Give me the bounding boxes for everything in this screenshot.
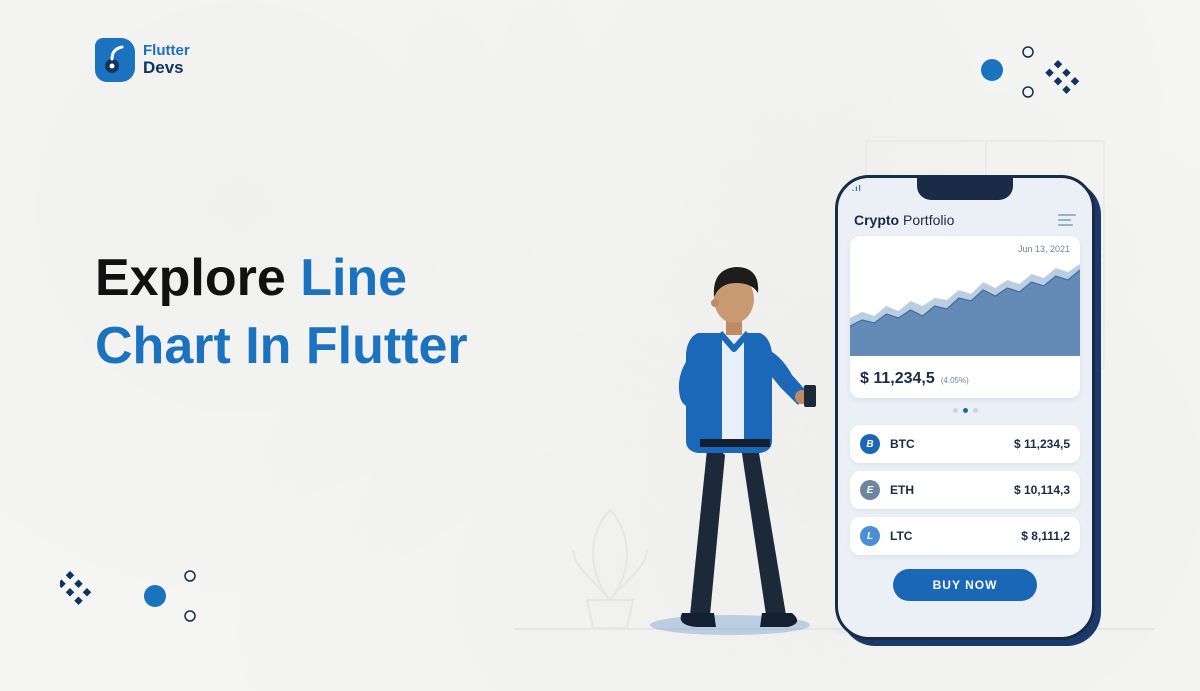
app-title-bold: Crypto [854,212,899,228]
coin-icon: L [860,526,880,546]
title-word2: Line [300,249,407,307]
menu-icon[interactable] [1058,214,1076,226]
page-title: Explore Line Chart In Flutter [95,245,468,380]
person-illustration [620,215,840,635]
coin-row[interactable]: E ETH $ 10,114,3 [850,471,1080,509]
phone-mockup: .ıl Crypto Portfolio Jun 13, 2021 $ 11,2… [835,175,1095,640]
logo-line2: Devs [143,59,190,77]
illustration-scene: .ıl Crypto Portfolio Jun 13, 2021 $ 11,2… [555,130,1115,650]
app-title-light: Portfolio [903,212,954,228]
pager-dots [850,408,1080,413]
coin-symbol: ETH [890,483,940,497]
chart-card[interactable]: Jun 13, 2021 $ 11,234,5 (4.05%) [850,236,1080,398]
coin-value: $ 8,111,2 [1021,529,1070,543]
coin-value: $ 10,114,3 [1014,483,1070,497]
title-word3: Chart In Flutter [95,317,468,375]
logo-line1: Flutter [143,43,190,59]
coin-icon: E [860,480,880,500]
decoration-top-right [970,40,1140,130]
decoration-bottom-left [60,551,230,641]
coin-row[interactable]: B BTC $ 11,234,5 [850,425,1080,463]
coin-list: B BTC $ 11,234,5 E ETH $ 10,114,3 L LTC $ 8,111,… [850,421,1080,555]
logo-mark-icon [95,38,135,82]
coin-symbol: LTC [890,529,940,543]
status-signal: .ıl [852,184,862,193]
chart-price: $ 11,234,5 [860,370,935,388]
app-header: Crypto Portfolio [850,212,1080,228]
phone-screen: Crypto Portfolio Jun 13, 2021 $ 11,234,5… [850,212,1080,625]
coin-row[interactable]: L LTC $ 8,111,2 [850,517,1080,555]
coin-icon: B [860,434,880,454]
logo-text: Flutter Devs [143,43,190,77]
buy-now-button[interactable]: BUY NOW [893,569,1038,601]
chart-change: (4.05%) [941,376,969,385]
line-chart [850,256,1080,356]
brand-logo: Flutter Devs [95,38,190,82]
chart-price-row: $ 11,234,5 (4.05%) [860,370,969,388]
title-word1: Explore [95,249,286,307]
app-title: Crypto Portfolio [854,212,954,228]
coin-symbol: BTC [890,437,940,451]
coin-value: $ 11,234,5 [1014,437,1070,451]
phone-notch [917,178,1013,200]
chart-date: Jun 13, 2021 [1018,244,1070,254]
